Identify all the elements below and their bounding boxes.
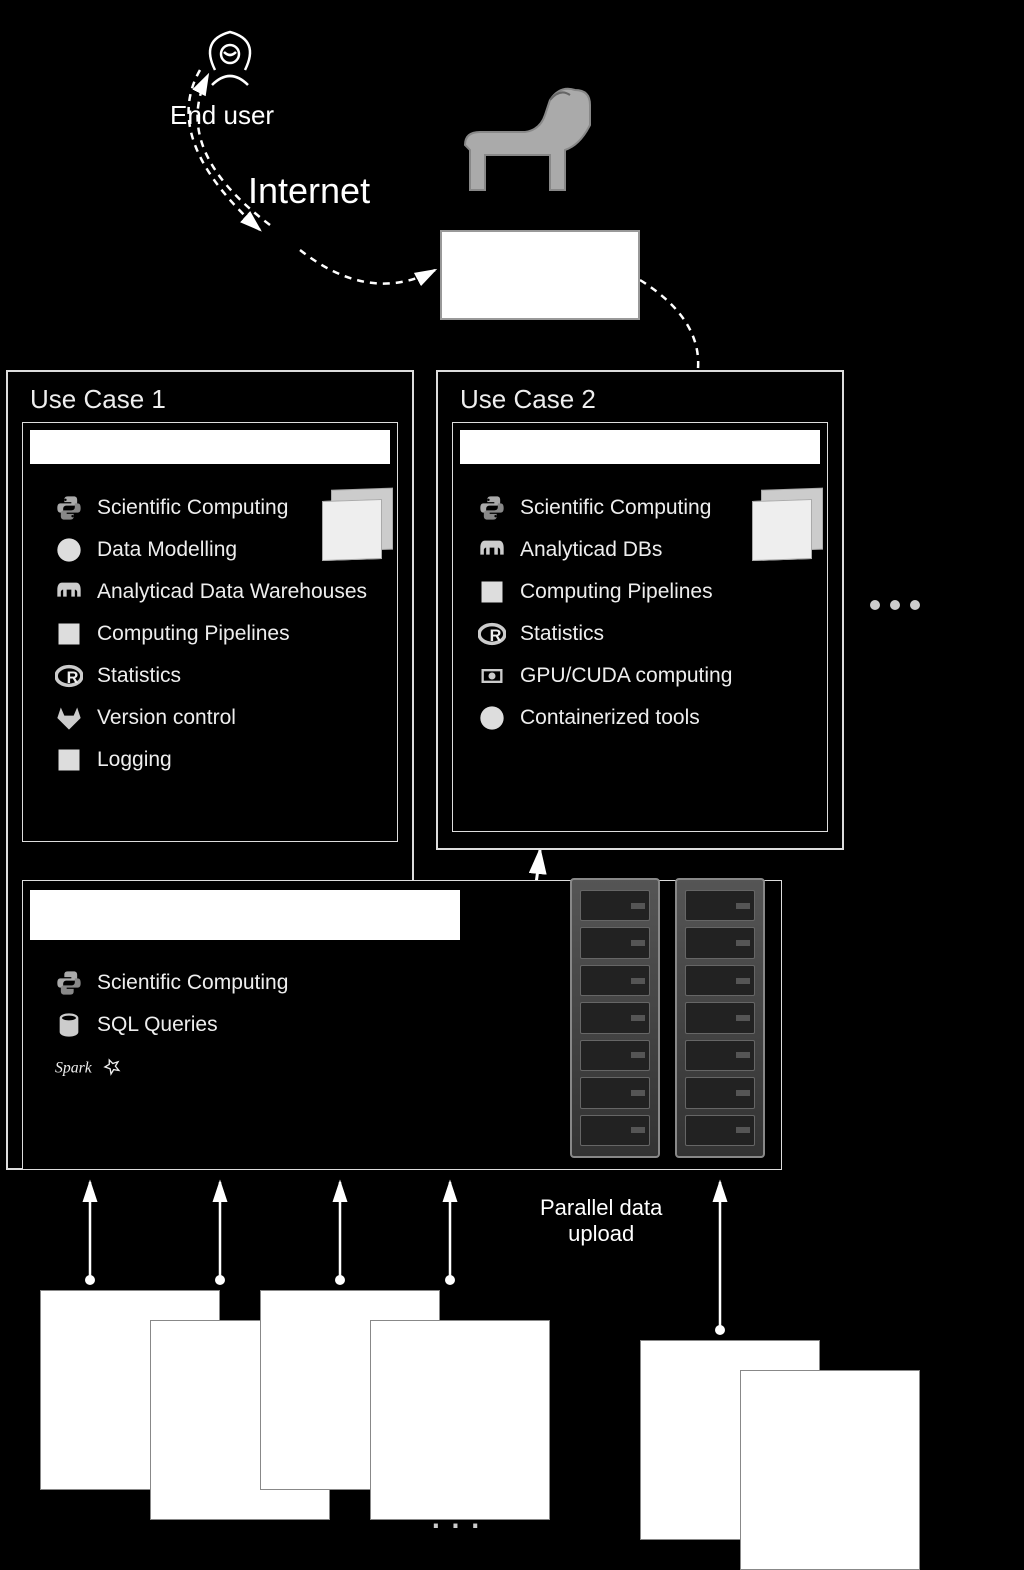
list-item: Containerized tools <box>478 700 732 736</box>
list-item: Data Modelling <box>55 532 367 568</box>
item-label: Computing Pipelines <box>97 622 290 646</box>
elephant-icon <box>55 578 83 606</box>
item-label: SQL Queries <box>97 1013 218 1037</box>
usecase-1-items: Scientific Computing Data Modelling Anal… <box>55 490 367 778</box>
item-label: Computing Pipelines <box>520 580 713 604</box>
square-icon <box>478 578 506 606</box>
r-icon: R <box>478 620 506 648</box>
list-item: Computing Pipelines <box>478 574 732 610</box>
list-item: Spark <box>55 1049 288 1085</box>
sql-icon <box>55 1011 83 1039</box>
server-rack-1 <box>570 878 660 1158</box>
source-ellipsis: ... <box>430 1490 489 1538</box>
python-icon <box>478 494 506 522</box>
list-item: Analyticad DBs <box>478 532 732 568</box>
python-icon <box>55 969 83 997</box>
server-rack-2 <box>675 878 765 1158</box>
item-label: Statistics <box>520 622 604 646</box>
list-item: SQL Queries <box>55 1007 288 1043</box>
item-label: Analyticad Data Warehouses <box>97 580 367 604</box>
item-label: Analyticad DBs <box>520 538 662 562</box>
list-item: Version control <box>55 700 367 736</box>
list-item: Logging <box>55 742 367 778</box>
square-icon <box>55 746 83 774</box>
item-label: Scientific Computing <box>520 496 711 520</box>
list-item: Analyticad Data Warehouses <box>55 574 367 610</box>
end-user-label: End user <box>170 100 274 131</box>
circle-icon <box>478 704 506 732</box>
compute-cube-2 <box>752 499 812 561</box>
item-label: Data Modelling <box>97 538 237 562</box>
svg-text:R: R <box>67 669 79 687</box>
item-label: Scientific Computing <box>97 971 288 995</box>
spark-icon: Spark <box>55 1053 125 1081</box>
usecase-1-title: Use Case 1 <box>30 384 166 415</box>
list-item: Scientific Computing <box>55 490 367 526</box>
item-label: Statistics <box>97 664 181 688</box>
square-icon <box>55 620 83 648</box>
shared-compute-items: Scientific Computing SQL Queries Spark <box>55 965 288 1085</box>
list-item: Scientific Computing <box>55 965 288 1001</box>
list-item: Computing Pipelines <box>55 616 367 652</box>
list-item: R Statistics <box>478 616 732 652</box>
list-item: R Statistics <box>55 658 367 694</box>
usecase-2-title: Use Case 2 <box>460 384 596 415</box>
circle-icon <box>55 536 83 564</box>
usecase-2-headerbar <box>460 430 820 464</box>
gateway-box <box>440 230 640 320</box>
elephant-icon <box>478 536 506 564</box>
usecase-2-items: Scientific Computing Analyticad DBs Comp… <box>478 490 732 736</box>
python-icon <box>55 494 83 522</box>
svg-text:R: R <box>490 627 502 645</box>
usecase-1-headerbar <box>30 430 390 464</box>
list-item: Scientific Computing <box>478 490 732 526</box>
item-label: Scientific Computing <box>97 496 288 520</box>
shared-compute-headerbar <box>30 890 460 940</box>
item-label: Logging <box>97 748 172 772</box>
parallel-upload-label: Parallel data upload <box>540 1195 662 1247</box>
item-label: Version control <box>97 706 236 730</box>
r-icon: R <box>55 662 83 690</box>
gpu-icon <box>478 662 506 690</box>
gitlab-icon <box>55 704 83 732</box>
more-usecases-ellipsis <box>870 600 920 610</box>
internet-label: Internet <box>248 170 370 212</box>
list-item: GPU/CUDA computing <box>478 658 732 694</box>
svg-text:Spark: Spark <box>55 1059 93 1076</box>
item-label: Containerized tools <box>520 706 700 730</box>
source-box <box>740 1370 920 1570</box>
item-label: GPU/CUDA computing <box>520 664 732 688</box>
